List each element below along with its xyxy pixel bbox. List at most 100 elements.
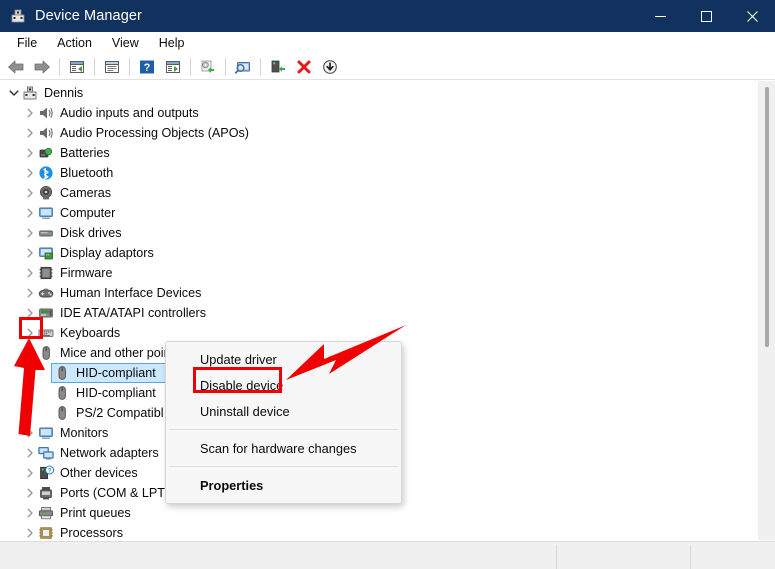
disable-device-button[interactable] [317,55,343,79]
chevron-down-icon[interactable] [22,345,38,361]
context-menu-item-label: Disable device [200,377,284,393]
tree-item-label: Dennis [44,86,84,100]
chevron-right-icon[interactable] [22,205,38,221]
chevron-right-icon[interactable] [22,145,38,161]
toolbar-separator-5 [225,57,226,76]
properties-button[interactable] [99,55,125,79]
tree-item-batteries[interactable]: Batteries [0,143,740,163]
tree-item-label: Audio inputs and outputs [60,106,199,120]
chevron-right-icon[interactable] [22,285,38,301]
forward-button[interactable] [29,55,55,79]
context-menu-item-label: Scan for hardware changes [200,440,357,456]
vertical-scrollbar[interactable] [758,81,775,540]
tree-item-ide-ata-atapi-controllers[interactable]: IDE ATA/ATAPI controllers [0,303,740,323]
context-menu-item-properties[interactable]: Properties [166,472,401,498]
up-one-level-button[interactable] [64,55,90,79]
title-bar[interactable]: Device Manager [0,0,775,32]
tree-item-label: IDE ATA/ATAPI controllers [60,306,207,320]
device-manager-icon [10,8,26,24]
other-device-icon: ? [38,465,55,481]
menu-action[interactable]: Action [48,33,101,53]
toolbar-separator-6 [260,57,261,76]
camera-icon [38,185,54,201]
chevron-right-icon[interactable] [22,265,38,281]
context-menu-item-uninstall-device[interactable]: Uninstall device [166,398,401,424]
chevron-right-icon[interactable] [22,245,38,261]
chevron-right-icon[interactable] [22,325,38,341]
help-button[interactable]: ? [134,55,160,79]
context-menu-item-disable-device[interactable]: Disable device [166,372,401,398]
tree-item-cameras[interactable]: Cameras [0,183,740,203]
speaker-icon [38,105,54,121]
tree-item-label: Display adaptors [60,246,154,260]
network-adapter-icon [38,445,54,461]
toolbar-separator-3 [129,57,130,76]
tree-item-bluetooth[interactable]: Bluetooth [0,163,740,183]
tree-item-label: Print queues [60,506,131,520]
show-hide-console-tree-button[interactable] [160,55,186,79]
tree-item-audio-inputs-and-outputs[interactable]: Audio inputs and outputs [0,103,740,123]
tree-item-computer[interactable]: Computer [0,203,740,223]
mouse-icon [38,345,54,361]
device-manager-window: Device Manager File Action View Help ? D… [0,0,775,569]
back-button[interactable] [3,55,29,79]
svg-text:?: ? [144,62,151,74]
tree-root-item[interactable]: Dennis [0,83,740,103]
menu-help[interactable]: Help [150,33,194,53]
chevron-right-icon[interactable] [22,485,38,501]
minimize-button[interactable] [637,0,683,32]
tree-item-label: Human Interface Devices [60,286,202,300]
context-menu-item-label: Properties [200,477,264,493]
scrollbar-thumb[interactable] [765,87,769,347]
tree-item-firmware[interactable]: Firmware [0,263,740,283]
chevron-right-icon[interactable] [22,425,38,441]
bluetooth-icon [38,165,54,181]
enable-device-button[interactable] [265,55,291,79]
keyboard-icon [38,325,54,341]
scan-for-hardware-changes-button[interactable] [230,55,256,79]
update-driver-button[interactable] [195,55,221,79]
tree-item-processors[interactable]: Processors [0,523,740,540]
status-bar [0,541,775,569]
chevron-right-icon[interactable] [22,525,38,540]
context-menu-separator [169,429,398,430]
chevron-right-icon[interactable] [22,305,38,321]
tree-item-label: Ports (COM & LPT) [60,486,170,500]
tree-item-keyboards[interactable]: Keyboards [0,323,740,343]
tree-item-audio-processing-objects-apos[interactable]: Audio Processing Objects (APOs) [0,123,740,143]
chevron-right-icon[interactable] [22,125,38,141]
toolbar-separator-2 [94,57,95,76]
mouse-icon [54,385,70,401]
chevron-right-icon[interactable] [22,105,38,121]
chevron-down-icon[interactable] [6,85,22,101]
window-controls [637,0,775,32]
chevron-right-icon[interactable] [22,165,38,181]
tree-item-label: Cameras [60,186,112,200]
context-menu-separator [169,466,398,467]
chevron-right-icon[interactable] [22,225,38,241]
menu-file[interactable]: File [8,33,46,53]
context-menu[interactable]: Update driver Disable device Uninstall dev… [165,341,402,504]
maximize-button[interactable] [683,0,729,32]
speaker-icon [38,125,54,141]
close-button[interactable] [729,0,775,32]
chevron-right-icon[interactable] [22,445,38,461]
tree-item-print-queues[interactable]: Print queues [0,503,740,523]
tree-item-label: Firmware [60,266,113,280]
tree-item-display-adaptors[interactable]: Display adaptors [0,243,740,263]
tree-item-disk-drives[interactable]: Disk drives [0,223,740,243]
tree-item-label: PS/2 Compatibl [76,406,164,420]
context-menu-item-update-driver[interactable]: Update driver [166,346,401,372]
context-menu-item-scan-for-hardware-changes[interactable]: Scan for hardware changes [166,435,401,461]
chevron-right-icon[interactable] [22,505,38,521]
svg-text:?: ? [48,468,52,475]
processor-icon [38,525,54,540]
chevron-right-icon[interactable] [22,465,38,481]
port-icon [38,485,54,501]
menu-view[interactable]: View [103,33,148,53]
chevron-right-icon[interactable] [22,185,38,201]
uninstall-device-button[interactable] [291,55,317,79]
firmware-chip-icon [38,265,54,281]
tree-item-human-interface-devices[interactable]: Human Interface Devices [0,283,740,303]
tree-item-label: Other devices [60,466,138,480]
